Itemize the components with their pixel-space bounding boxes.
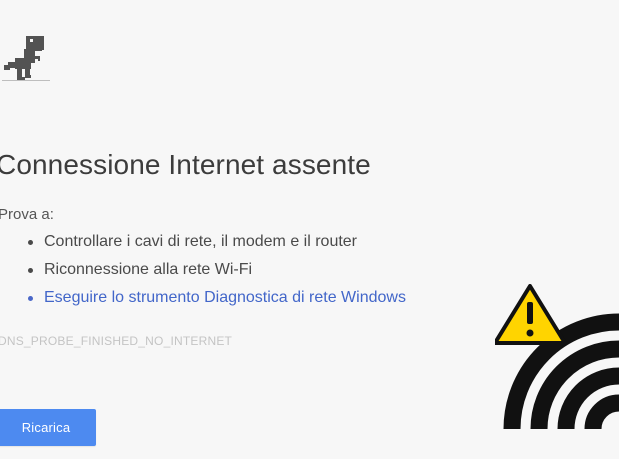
suggestions-intro: Prova a:: [0, 206, 54, 223]
reload-button[interactable]: Ricarica: [0, 409, 96, 446]
suggestion-network-diagnostics: Eseguire lo strumento Diagnostica di ret…: [22, 288, 406, 316]
bullet-marker: [28, 296, 33, 301]
error-code: DNS_PROBE_FINISHED_NO_INTERNET: [0, 334, 233, 348]
wifi-warning-graphic: [495, 284, 619, 429]
error-page: Connessione Internet assente Prova a: Co…: [0, 0, 619, 459]
bullet-marker: [28, 240, 33, 245]
suggestion-check-cables: Controllare i cavi di rete, il modem e i…: [22, 232, 406, 260]
bullet-marker: [28, 268, 33, 273]
network-diagnostics-link[interactable]: Eseguire lo strumento Diagnostica di ret…: [44, 289, 406, 306]
suggestion-reconnect-wifi: Riconnessione alla rete Wi-Fi: [22, 260, 406, 288]
warning-triangle-icon: [495, 284, 567, 345]
suggestion-label: Riconnessione alla rete Wi-Fi: [44, 261, 253, 278]
t-rex-icon: [2, 36, 50, 81]
page-title: Connessione Internet assente: [0, 149, 371, 180]
suggestion-label: Controllare i cavi di rete, il modem e i…: [44, 233, 358, 250]
suggestions-list: Controllare i cavi di rete, il modem e i…: [22, 232, 406, 316]
